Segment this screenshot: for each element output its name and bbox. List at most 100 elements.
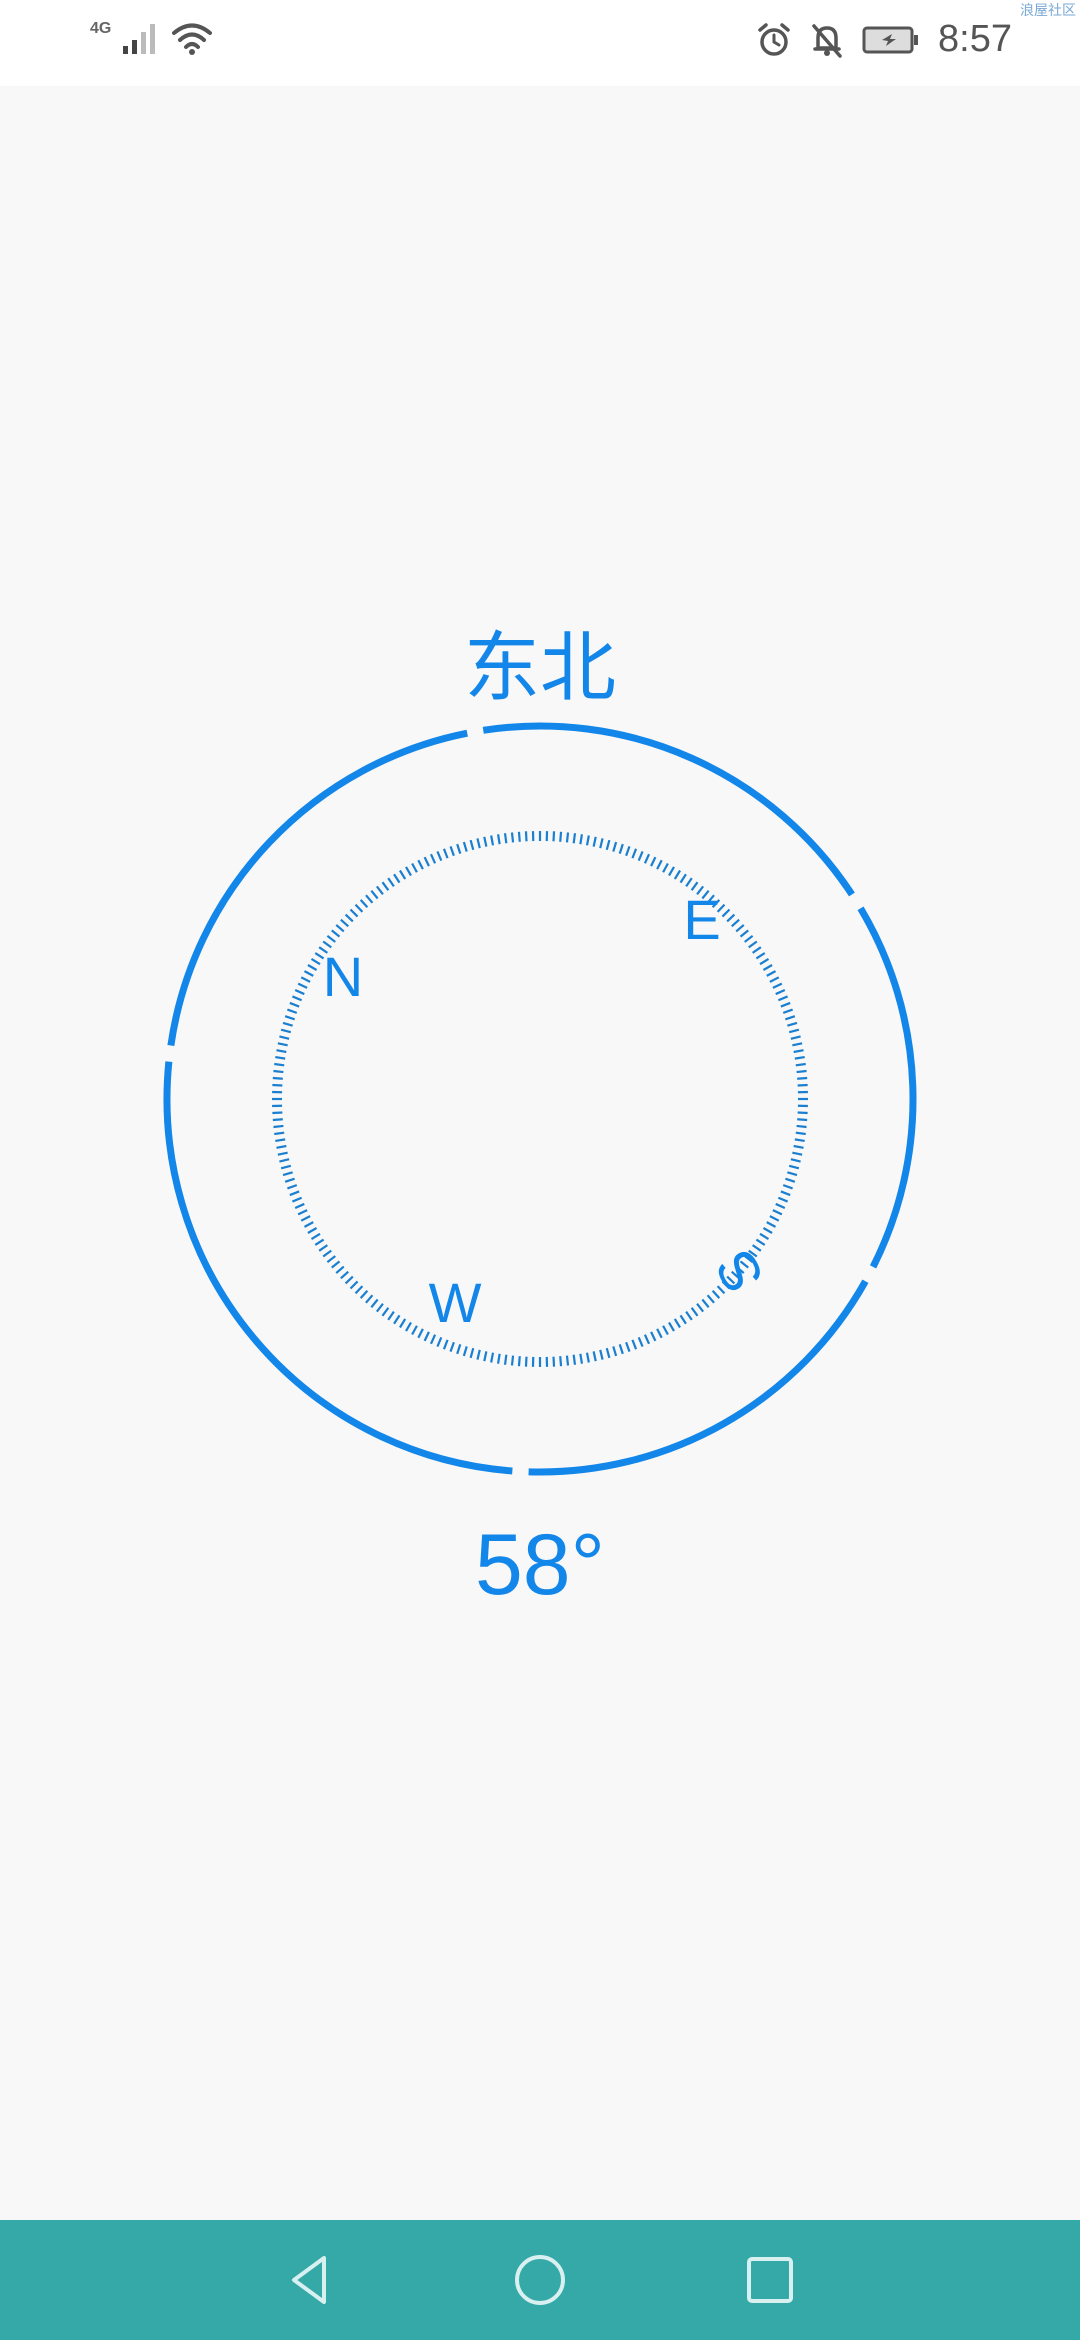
tick-mark bbox=[510, 832, 515, 843]
tick-mark bbox=[690, 1307, 699, 1317]
tick-mark bbox=[673, 869, 681, 880]
tick-mark bbox=[272, 1083, 283, 1087]
tick-mark bbox=[411, 862, 418, 873]
tick-mark bbox=[340, 1270, 350, 1280]
tick-mark bbox=[370, 1298, 379, 1308]
tick-mark bbox=[625, 1341, 631, 1352]
tick-mark bbox=[405, 866, 412, 877]
tick-mark bbox=[679, 1314, 687, 1325]
tick-mark bbox=[300, 976, 311, 983]
tick-mark bbox=[423, 856, 430, 867]
tick-mark bbox=[456, 1344, 462, 1355]
tick-mark bbox=[318, 1244, 328, 1252]
status-time: 8:57 bbox=[938, 18, 1012, 60]
tick-mark bbox=[274, 1131, 285, 1136]
tick-mark bbox=[469, 1347, 475, 1359]
tick-mark bbox=[393, 1314, 401, 1325]
east-label: E bbox=[683, 888, 720, 951]
tick-mark bbox=[612, 841, 618, 852]
tick-mark bbox=[387, 1311, 395, 1321]
signal-icon bbox=[123, 24, 156, 54]
tick-mark bbox=[565, 832, 570, 843]
tick-mark bbox=[735, 924, 745, 933]
tick-mark bbox=[679, 873, 687, 884]
tick-mark bbox=[668, 866, 675, 877]
tick-mark bbox=[297, 982, 308, 989]
tick-mark bbox=[483, 1351, 488, 1362]
tick-mark bbox=[631, 1339, 638, 1350]
tick-mark bbox=[748, 940, 758, 949]
tick-mark bbox=[331, 1260, 341, 1269]
tick-mark bbox=[344, 913, 354, 923]
tick-mark bbox=[637, 850, 644, 862]
tick-mark bbox=[322, 1249, 332, 1258]
north-label: N bbox=[323, 945, 363, 1008]
tick-mark bbox=[349, 1280, 359, 1290]
network-type-label: 4G bbox=[90, 20, 112, 37]
status-right: 8:57 bbox=[756, 18, 1012, 61]
tick-mark bbox=[730, 918, 740, 928]
tick-mark bbox=[796, 1124, 807, 1129]
tick-mark bbox=[496, 834, 501, 845]
back-button[interactable] bbox=[270, 2240, 350, 2320]
home-button[interactable] bbox=[500, 2240, 580, 2320]
tick-mark bbox=[662, 862, 669, 873]
tick-mark bbox=[637, 1336, 644, 1348]
tick-mark bbox=[449, 846, 455, 857]
tick-mark bbox=[490, 835, 495, 846]
tick-mark bbox=[442, 1339, 449, 1350]
tick-mark bbox=[277, 1151, 288, 1156]
tick-mark bbox=[762, 964, 773, 971]
tick-mark bbox=[411, 1325, 418, 1336]
recents-button[interactable] bbox=[730, 2240, 810, 2320]
tick-mark bbox=[456, 843, 462, 854]
tick-mark bbox=[284, 1015, 295, 1021]
tick-mark bbox=[276, 1144, 287, 1149]
tick-mark bbox=[524, 831, 528, 842]
tick-mark bbox=[291, 1196, 303, 1203]
navigation-bar bbox=[0, 2220, 1080, 2340]
tick-mark bbox=[782, 1184, 793, 1190]
tick-mark bbox=[490, 1352, 495, 1363]
tick-mark bbox=[349, 908, 359, 918]
tick-mark bbox=[393, 873, 401, 884]
tick-mark bbox=[289, 1190, 300, 1197]
tick-mark bbox=[777, 995, 789, 1002]
tick-mark bbox=[399, 869, 407, 880]
tick-mark bbox=[685, 877, 693, 887]
status-bar: 4G 8:57 浪屋社区 bbox=[0, 0, 1080, 86]
tick-mark bbox=[436, 1336, 443, 1348]
tick-mark bbox=[272, 1118, 283, 1122]
west-label: W bbox=[429, 1271, 482, 1334]
tick-mark bbox=[780, 1001, 791, 1008]
tick-mark bbox=[381, 881, 390, 891]
tick-mark bbox=[559, 1356, 563, 1367]
tick-mark bbox=[797, 1083, 808, 1087]
tick-mark bbox=[275, 1055, 286, 1060]
tick-mark bbox=[503, 1354, 508, 1365]
tick-mark bbox=[744, 934, 754, 943]
tick-mark bbox=[294, 1202, 305, 1210]
tick-mark bbox=[289, 1001, 300, 1008]
tick-mark bbox=[417, 859, 424, 870]
tick-mark bbox=[787, 1171, 798, 1177]
tick-mark bbox=[287, 1184, 298, 1190]
tick-mark bbox=[331, 929, 341, 938]
tick-mark bbox=[510, 1355, 515, 1366]
tick-mark bbox=[572, 1354, 577, 1365]
tick-mark bbox=[280, 1028, 292, 1034]
tick-mark bbox=[335, 1265, 345, 1274]
tick-mark bbox=[618, 843, 624, 854]
tick-mark bbox=[766, 970, 777, 977]
outer-ring-arc bbox=[167, 729, 468, 1046]
tick-mark bbox=[788, 1028, 800, 1034]
tick-mark bbox=[726, 913, 736, 923]
tick-mark bbox=[769, 976, 780, 983]
tick-mark bbox=[579, 834, 584, 845]
tick-mark bbox=[766, 1221, 777, 1228]
tick-mark bbox=[797, 1118, 808, 1122]
tick-mark bbox=[326, 934, 336, 943]
tick-mark bbox=[721, 908, 731, 918]
tick-mark bbox=[354, 903, 364, 913]
outer-ring-arc bbox=[163, 1061, 513, 1475]
